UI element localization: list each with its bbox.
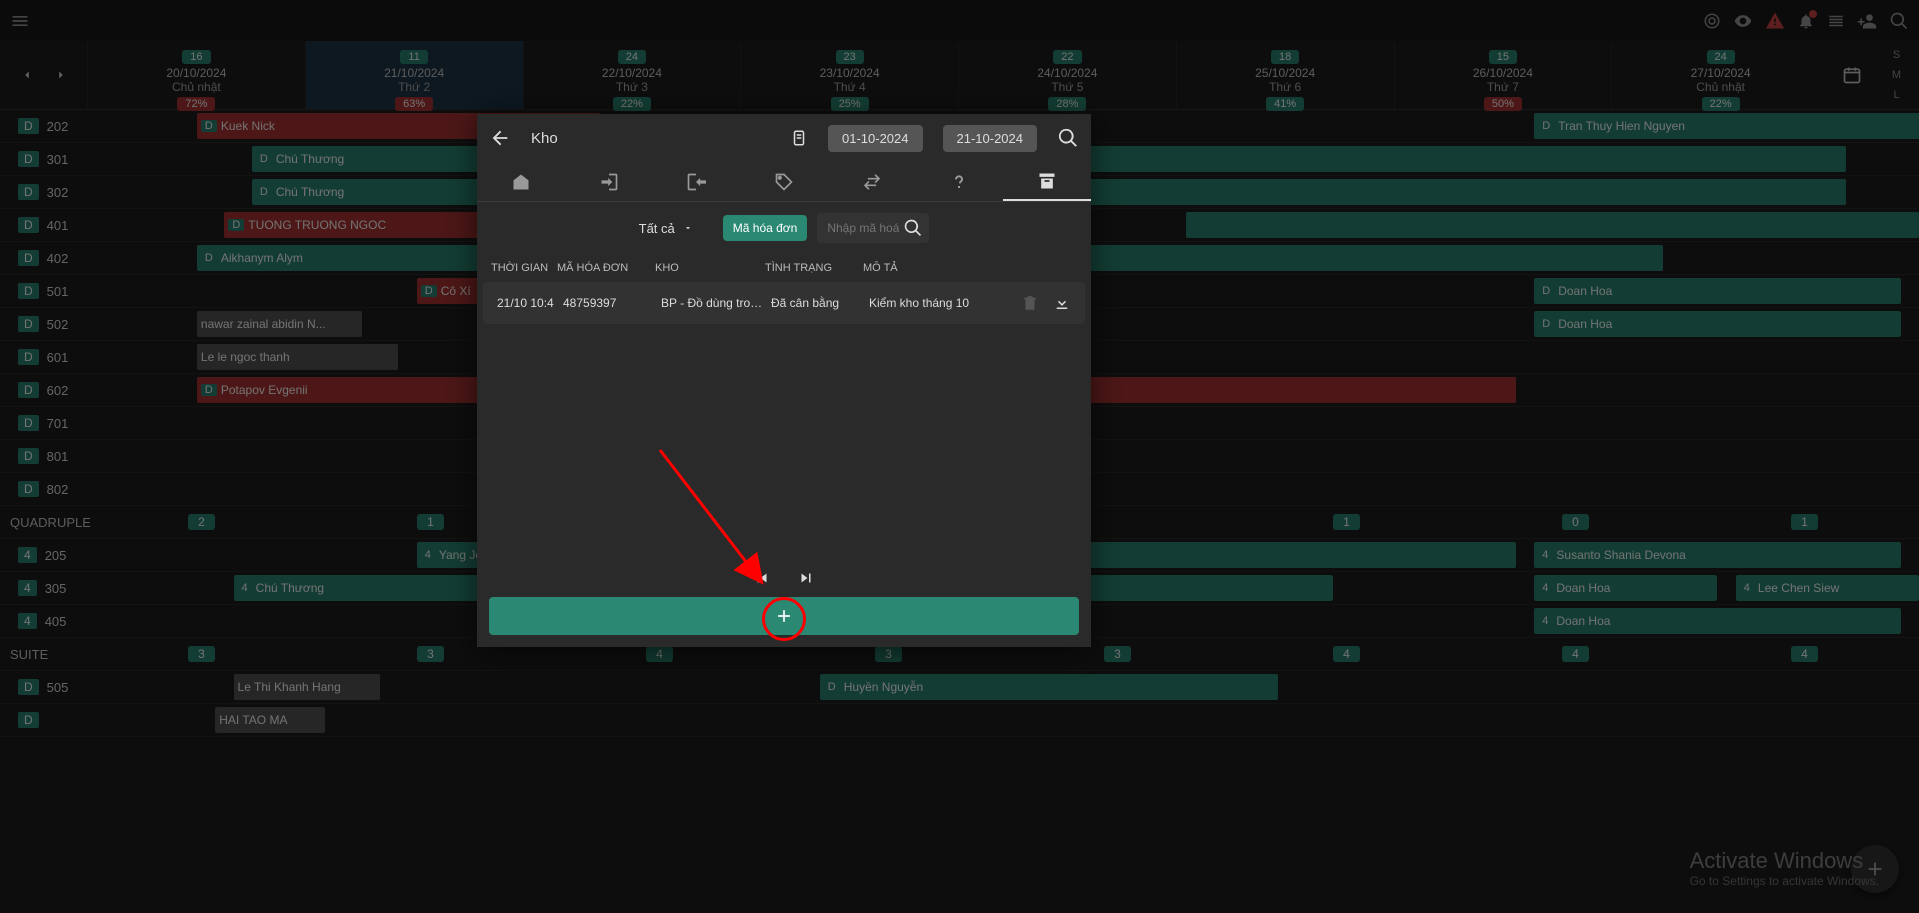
invoice-search-input[interactable] [823, 213, 903, 243]
input-search-icon[interactable] [903, 218, 923, 238]
tab-logout-icon[interactable] [652, 162, 740, 201]
date-to-chip[interactable]: 21-10-2024 [943, 125, 1038, 152]
td-status: Đã cân bằng [771, 296, 861, 310]
td-kho: BP - Đồ dùng tron… [661, 296, 763, 310]
back-arrow-icon[interactable] [489, 127, 511, 149]
invoice-code-button[interactable]: Mã hóa đơn [723, 215, 808, 241]
page-last-icon[interactable] [797, 569, 815, 587]
modal-header: Kho 01-10-2024 21-10-2024 [477, 114, 1091, 162]
document-icon[interactable] [790, 129, 808, 147]
plus-icon [774, 606, 794, 626]
warehouse-modal: Kho 01-10-2024 21-10-2024 Tất cả Mã hóa … [477, 114, 1091, 647]
download-icon[interactable] [1053, 294, 1071, 312]
modal-title: Kho [531, 130, 770, 147]
page-first-icon[interactable] [753, 569, 771, 587]
th-time: THỜI GIAN [491, 262, 549, 274]
table-row[interactable]: 21/10 10:4 48759397 BP - Đồ dùng tron… Đ… [483, 282, 1085, 324]
delete-icon[interactable] [1021, 294, 1039, 312]
th-kho: KHO [655, 262, 757, 274]
td-code: 48759397 [563, 296, 653, 310]
chevron-down-icon [683, 223, 693, 233]
search-input-wrap [817, 213, 929, 243]
tab-home-icon[interactable] [477, 162, 565, 201]
filter-dropdown[interactable]: Tất cả [639, 221, 693, 236]
add-button[interactable] [489, 597, 1079, 635]
filter-row: Tất cả Mã hóa đơn [477, 202, 1091, 254]
tab-tag-icon[interactable] [740, 162, 828, 201]
tab-archive-icon[interactable] [1003, 162, 1091, 201]
modal-tabs [477, 162, 1091, 202]
td-time: 21/10 10:4 [497, 296, 555, 310]
modal-search-icon[interactable] [1057, 127, 1079, 149]
tab-transfer-icon[interactable] [828, 162, 916, 201]
th-status: TÌNH TRẠNG [765, 262, 855, 274]
tab-login-icon[interactable] [565, 162, 653, 201]
td-desc: Kiểm kho tháng 10 [869, 296, 1013, 310]
pagination [477, 559, 1091, 597]
row-actions [1021, 294, 1071, 312]
tab-help-icon[interactable] [916, 162, 1004, 201]
table-header: THỜI GIAN MÃ HÓA ĐƠN KHO TÌNH TRẠNG MÔ T… [477, 254, 1091, 282]
th-code: MÃ HÓA ĐƠN [557, 262, 647, 274]
th-desc: MÔ TẢ [863, 262, 1077, 274]
date-from-chip[interactable]: 01-10-2024 [828, 125, 923, 152]
